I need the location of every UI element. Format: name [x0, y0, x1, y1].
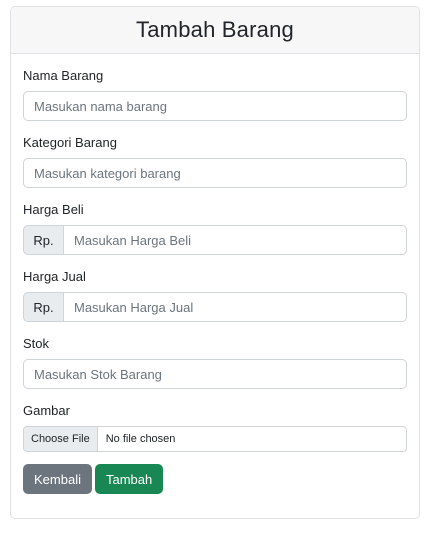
gambar-file-input[interactable]: Choose File No file chosen: [23, 426, 407, 452]
field-kategori-barang: Kategori Barang Masukan kategori barang: [23, 135, 407, 188]
field-harga-beli: Harga Beli Rp. Masukan Harga Beli: [23, 202, 407, 255]
kembali-button[interactable]: Kembali: [23, 464, 92, 494]
form-card: Tambah Barang Nama Barang Masukan nama b…: [10, 6, 420, 519]
harga-jual-input[interactable]: Masukan Harga Jual: [63, 292, 407, 322]
page-title: Tambah Barang: [136, 17, 294, 42]
field-nama-barang: Nama Barang Masukan nama barang: [23, 68, 407, 121]
stok-input[interactable]: Masukan Stok Barang: [23, 359, 407, 389]
label-stok: Stok: [23, 336, 50, 351]
choose-file-button[interactable]: Choose File: [24, 427, 98, 451]
kategori-barang-input[interactable]: Masukan kategori barang: [23, 158, 407, 188]
form-actions: Kembali Tambah: [23, 464, 407, 494]
nama-barang-input[interactable]: Masukan nama barang: [23, 91, 407, 121]
label-kategori-barang: Kategori Barang: [23, 135, 117, 150]
form-body: Nama Barang Masukan nama barang Kategori…: [11, 54, 419, 494]
field-gambar: Gambar Choose File No file chosen: [23, 403, 407, 452]
file-status: No file chosen: [105, 433, 176, 445]
label-gambar: Gambar: [23, 403, 70, 418]
tambah-button[interactable]: Tambah: [94, 464, 164, 494]
field-harga-jual: Harga Jual Rp. Masukan Harga Jual: [23, 269, 407, 322]
harga-jual-group: Rp. Masukan Harga Jual: [23, 292, 407, 322]
card-header: Tambah Barang: [11, 7, 419, 54]
field-stok: Stok Masukan Stok Barang: [23, 336, 407, 389]
label-harga-beli: Harga Beli: [23, 202, 84, 217]
label-harga-jual: Harga Jual: [23, 269, 86, 284]
harga-beli-input[interactable]: Masukan Harga Beli: [63, 225, 407, 255]
harga-beli-prefix: Rp.: [23, 225, 63, 255]
harga-jual-prefix: Rp.: [23, 292, 63, 322]
label-nama-barang: Nama Barang: [23, 68, 104, 83]
harga-beli-group: Rp. Masukan Harga Beli: [23, 225, 407, 255]
